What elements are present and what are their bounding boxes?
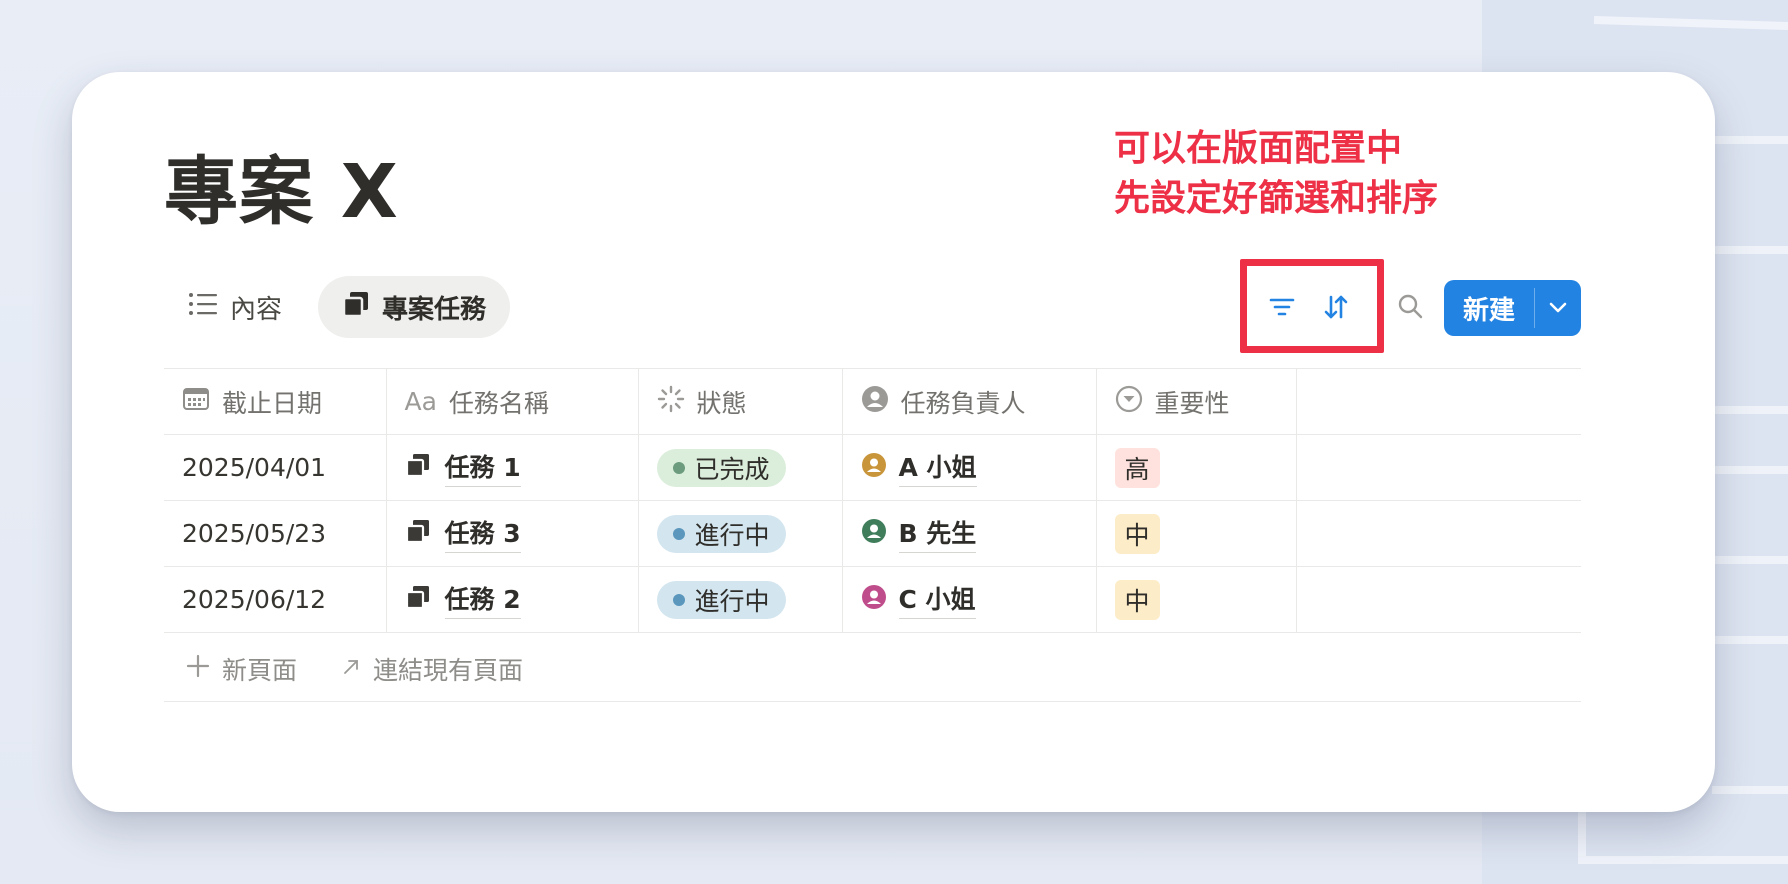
owner-name: A 小姐 [898, 448, 977, 487]
filter-button[interactable] [1262, 289, 1302, 329]
task-name[interactable]: 任務 1 [444, 448, 521, 487]
status-label: 進行中 [694, 586, 770, 616]
page-title: 專案 X [164, 149, 399, 235]
empty-cell [1296, 566, 1581, 633]
task-stack-icon [405, 518, 431, 550]
database-card: 專案 X 可以在版面配置中 先設定好篩選和排序 內容 專案任務 新建 截止日期 … [72, 72, 1715, 812]
status-label: 進行中 [694, 520, 770, 550]
task-name[interactable]: 任務 2 [444, 580, 521, 619]
priority-tag: 中 [1114, 513, 1160, 554]
owner-cell[interactable]: C 小姐 [842, 566, 1097, 633]
view-tabs: 內容 專案任務 [164, 276, 511, 338]
annotation-line-2: 先設定好篩選和排序 [1114, 178, 1439, 219]
owner-name: C 小姐 [898, 580, 976, 619]
new-button-group: 新建 [1444, 280, 1581, 336]
table-row[interactable]: 2025/05/23 任務 3 進行中 B 先生 中 [164, 500, 1581, 567]
search-button[interactable] [1390, 288, 1430, 328]
task-name-cell[interactable]: 任務 3 [386, 500, 639, 567]
table-footer: 新頁面 連結現有頁面 [164, 636, 1581, 702]
view-tab-project-tasks-label: 專案任務 [382, 294, 487, 325]
status-label: 已完成 [694, 454, 770, 484]
status-dot [672, 461, 685, 474]
status-badge: 已完成 [656, 448, 786, 487]
status-badge: 進行中 [656, 580, 786, 619]
priority-tag: 高 [1114, 447, 1160, 488]
task-stack-icon [405, 584, 431, 616]
status-spinner-icon [657, 385, 685, 419]
column-header-task-name[interactable]: Aa 任務名稱 [386, 368, 639, 435]
owner-cell[interactable]: B 先生 [842, 500, 1097, 567]
table-header-row: 截止日期 Aa 任務名稱 狀態 任務負責人 重要性 [164, 368, 1581, 435]
empty-cell [1296, 500, 1581, 567]
chevron-down-icon [1549, 299, 1567, 318]
person-icon [861, 385, 889, 419]
avatar [861, 584, 887, 616]
task-name-cell[interactable]: 任務 1 [386, 434, 639, 501]
column-header-label: 任務負責人 [900, 388, 1026, 418]
sort-button[interactable] [1316, 289, 1356, 329]
priority-cell[interactable]: 中 [1096, 500, 1297, 567]
column-header-priority[interactable]: 重要性 [1096, 368, 1297, 435]
table-row[interactable]: 2025/06/12 任務 2 進行中 C 小姐 中 [164, 566, 1581, 633]
sort-icon [1322, 293, 1350, 325]
avatar [861, 518, 887, 550]
priority-tag: 中 [1114, 579, 1160, 620]
status-cell[interactable]: 已完成 [638, 434, 843, 501]
column-header-label: 重要性 [1154, 388, 1230, 418]
text-aa-icon: Aa [404, 387, 437, 416]
column-header-label: 截止日期 [222, 388, 323, 418]
task-table: 截止日期 Aa 任務名稱 狀態 任務負責人 重要性 2025/04/01 任務 … [164, 368, 1581, 633]
status-dot [672, 527, 685, 540]
column-header-due-date[interactable]: 截止日期 [164, 368, 387, 435]
status-cell[interactable]: 進行中 [638, 566, 843, 633]
view-tab-project-tasks[interactable]: 專案任務 [318, 276, 511, 338]
due-date-cell[interactable]: 2025/05/23 [164, 500, 387, 567]
avatar [861, 452, 887, 484]
search-icon [1396, 292, 1424, 324]
column-header-label: 狀態 [696, 388, 747, 418]
view-tab-content[interactable]: 內容 [164, 276, 306, 338]
annotation-callout: 可以在版面配置中 先設定好篩選和排序 [1114, 124, 1438, 224]
task-stack-icon [405, 452, 431, 484]
column-header-owner[interactable]: 任務負責人 [842, 368, 1097, 435]
due-date-cell[interactable]: 2025/06/12 [164, 566, 387, 633]
task-stack-icon [342, 290, 370, 325]
annotation-line-1: 可以在版面配置中 [1114, 128, 1403, 169]
status-dot [672, 593, 685, 606]
link-existing-page-label: 連結現有頁面 [373, 655, 524, 685]
owner-name: B 先生 [898, 514, 977, 553]
table-row[interactable]: 2025/04/01 任務 1 已完成 A 小姐 高 [164, 434, 1581, 501]
status-badge: 進行中 [656, 514, 786, 553]
due-date-cell[interactable]: 2025/04/01 [164, 434, 387, 501]
new-page-label: 新頁面 [222, 655, 298, 685]
priority-cell[interactable]: 中 [1096, 566, 1297, 633]
list-icon [188, 291, 218, 324]
priority-cell[interactable]: 高 [1096, 434, 1297, 501]
arrow-up-right-icon [341, 654, 361, 683]
new-button[interactable]: 新建 [1444, 280, 1534, 336]
calendar-icon [182, 387, 210, 417]
owner-cell[interactable]: A 小姐 [842, 434, 1097, 501]
status-cell[interactable]: 進行中 [638, 500, 843, 567]
view-tab-content-label: 內容 [230, 294, 283, 325]
column-header-status[interactable]: 狀態 [638, 368, 843, 435]
task-name[interactable]: 任務 3 [444, 514, 521, 553]
link-existing-page-button[interactable]: 連結現有頁面 [341, 651, 523, 687]
empty-cell [1296, 434, 1581, 501]
select-icon [1115, 385, 1143, 419]
task-name-cell[interactable]: 任務 2 [386, 566, 639, 633]
filter-icon [1269, 296, 1295, 322]
column-header-label: 任務名稱 [448, 388, 549, 418]
new-dropdown-button[interactable] [1535, 280, 1581, 336]
new-page-button[interactable]: 新頁面 [186, 651, 297, 687]
plus-icon [186, 654, 210, 684]
column-header-empty [1296, 368, 1581, 435]
